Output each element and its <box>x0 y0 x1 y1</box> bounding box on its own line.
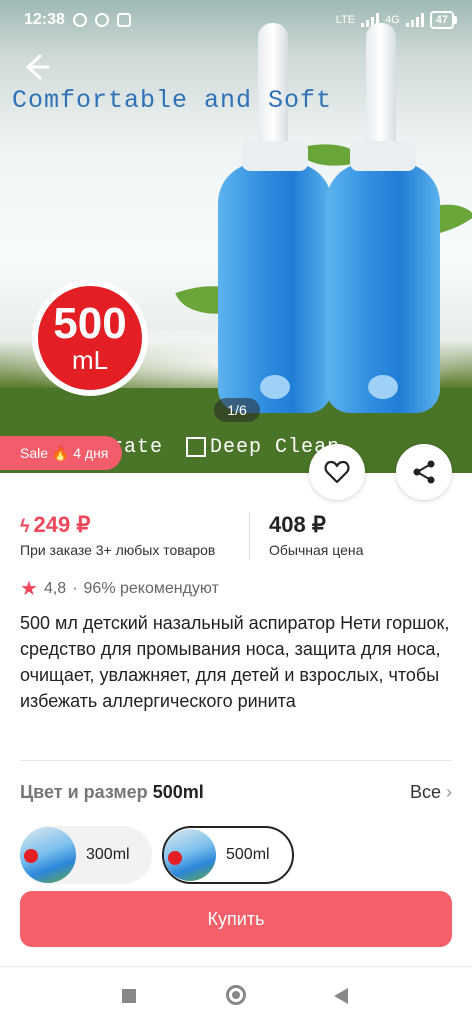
share-button[interactable] <box>396 444 452 500</box>
battery-icon: 47 <box>429 11 458 29</box>
rating-separator: · <box>72 579 78 597</box>
bottle-right <box>326 23 440 413</box>
sale-price-note: При заказе 3+ любых товаров <box>20 542 216 558</box>
variant-label: 300ml <box>86 846 130 863</box>
chevron-right-icon: › <box>446 782 452 802</box>
variant-label: 500ml <box>226 846 270 863</box>
back-icon[interactable] <box>334 988 348 1004</box>
regular-price-note: Обычная цена <box>269 542 364 558</box>
options-all-link[interactable]: Все › <box>410 782 452 803</box>
volume-unit: mL <box>71 345 109 375</box>
lightning-icon: ϟ <box>20 516 30 536</box>
hero-title: Comfortable and Soft <box>12 86 333 115</box>
sale-price-value: 249 ₽ <box>33 512 91 537</box>
status-time: 12:38 <box>24 11 65 28</box>
rating-row[interactable]: ★ 4,8 · 96% рекомендуют <box>20 576 219 601</box>
rating-value: 4,8 <box>43 579 67 597</box>
back-arrow-icon[interactable] <box>18 50 52 84</box>
recent-apps-icon[interactable] <box>122 989 136 1003</box>
variant-thumbnail <box>20 827 76 883</box>
home-icon[interactable] <box>226 985 246 1005</box>
signal-icon <box>405 13 424 27</box>
lte-indicator: LTE <box>335 14 356 26</box>
product-description: 500 мл детский назальный аспиратор Нети … <box>20 613 450 711</box>
bottle-left <box>218 23 332 413</box>
heart-icon <box>324 460 350 484</box>
volume-badge: 500 mL <box>32 280 148 396</box>
variant-chip-500ml[interactable]: 500ml <box>162 826 294 884</box>
buy-button[interactable]: Купить <box>20 891 452 947</box>
regular-price: 408 ₽ <box>269 512 326 537</box>
price-divider <box>249 512 250 560</box>
share-icon <box>413 460 435 484</box>
options-all-label: Все <box>409 782 441 802</box>
options-selected: 500ml <box>152 782 204 802</box>
variant-chip-300ml[interactable]: 300ml <box>20 826 152 884</box>
options-label-text: Цвет и размер <box>20 782 148 802</box>
volume-value: 500 <box>53 299 127 348</box>
ok-icon <box>116 13 131 27</box>
network-type: 4G <box>385 14 400 26</box>
divider <box>20 760 452 761</box>
recommend-text: 96% рекомендуют <box>83 579 219 597</box>
image-counter: 1/6 <box>214 398 260 422</box>
price-block: ϟ 249 ₽ При заказе 3+ любых товаров 408 ₽… <box>20 512 452 562</box>
signal-icon <box>361 13 380 27</box>
status-bar: 12:38 LTE 4G 47 <box>0 0 472 40</box>
sale-badge: Sale 🔥 4 дня <box>0 436 123 470</box>
favorite-button[interactable] <box>309 444 365 500</box>
product-image-carousel[interactable]: Comfortable and Soft 500 mL o operate De… <box>0 0 472 473</box>
variant-thumbnail <box>164 829 216 881</box>
options-row[interactable]: Цвет и размер 500ml Все › <box>20 780 452 808</box>
alarm-icon <box>72 13 87 27</box>
options-label: Цвет и размер 500ml <box>20 782 204 803</box>
sale-price: ϟ 249 ₽ <box>20 512 90 538</box>
whatsapp-icon <box>94 13 109 27</box>
checkbox-icon <box>186 436 207 457</box>
system-nav-bar <box>0 966 472 1025</box>
star-icon: ★ <box>20 578 38 600</box>
